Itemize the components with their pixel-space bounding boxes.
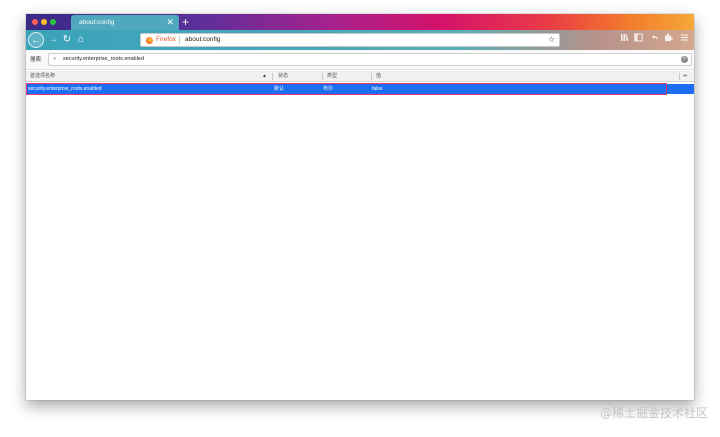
search-input[interactable]: ⌕ security.enterprise_roots.enabled × [48,53,692,66]
search-row: 搜索: ⌕ security.enterprise_roots.enabled … [26,50,694,70]
tab-title: about:config [79,19,115,26]
sidebar-icon[interactable] [632,33,644,47]
window-minimize-button[interactable] [41,19,47,25]
bookmark-star-icon[interactable]: ☆ [548,34,555,46]
search-label: 搜索: [30,57,43,63]
new-tab-button[interactable]: + [182,14,189,30]
window-close-button[interactable] [32,19,38,25]
firefox-logo-icon [146,37,153,44]
window-maximize-button[interactable] [50,19,56,25]
extension-icon[interactable] [662,33,674,47]
tab-about-config[interactable]: about:config ✕ [71,15,179,30]
tab-close-icon[interactable]: ✕ [166,15,174,30]
column-divider[interactable] [322,73,323,80]
column-header-type[interactable]: 类型 [327,71,337,82]
tab-strip: about:config ✕ + [26,14,694,30]
url-text[interactable]: about:config [185,34,220,46]
url-bar[interactable]: Firefox about:config ☆ [140,33,560,47]
search-icon: ⌕ [53,56,57,62]
url-divider [179,36,180,44]
column-header-name[interactable]: 首选项名称 [30,71,55,82]
browser-window: about:config ✕ + ← → ↻ ⌂ Firefox about:c… [26,14,694,400]
search-input-value[interactable]: security.enterprise_roots.enabled [63,54,144,65]
annotation-highlight-box [26,83,667,95]
column-divider [679,73,680,80]
column-divider[interactable] [272,73,273,80]
column-header-value[interactable]: 值 [376,71,381,82]
navigation-toolbar: ← → ↻ ⌂ Firefox about:config ☆ [26,30,694,50]
watermark: @稀土掘金技术社区 [599,406,708,420]
hamburger-menu-icon[interactable] [678,33,690,47]
column-divider[interactable] [371,73,372,80]
library-icon[interactable] [618,33,630,47]
identity-label[interactable]: Firefox [156,34,176,46]
home-button[interactable]: ⌂ [73,32,89,48]
clear-search-icon[interactable]: × [681,56,688,63]
sort-ascending-icon: ▲ [262,73,267,79]
column-picker-icon[interactable]: ⇹ [683,71,687,82]
table-header: 首选项名称 ▲ 状态 类型 值 ⇹ [26,71,694,82]
back-button[interactable]: ← [28,32,44,48]
undo-icon[interactable] [648,33,660,47]
column-header-status[interactable]: 状态 [278,71,288,82]
